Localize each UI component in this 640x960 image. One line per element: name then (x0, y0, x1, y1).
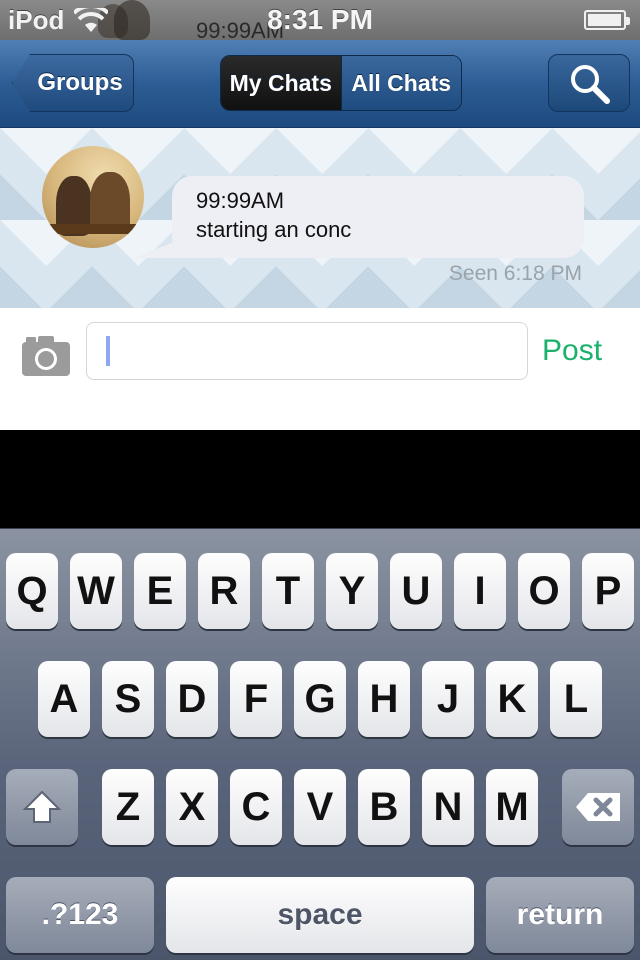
numbers-key[interactable]: .?123 (6, 877, 154, 953)
tab-all-chats[interactable]: All Chats (340, 56, 461, 110)
key-h[interactable]: H (358, 661, 410, 737)
key-t[interactable]: T (262, 553, 314, 629)
status-bar: 99:99AM iPod 8:31 PM (0, 0, 640, 40)
key-m[interactable]: M (486, 769, 538, 845)
space-key[interactable]: space (166, 877, 474, 953)
battery-icon (584, 10, 630, 30)
key-c[interactable]: C (230, 769, 282, 845)
seen-status: Seen 6:18 PM (448, 262, 582, 285)
text-caret (106, 336, 110, 366)
shift-key[interactable] (6, 769, 78, 845)
key-j[interactable]: J (422, 661, 474, 737)
message-text: starting an conc (196, 217, 352, 242)
message-time: 99:99AM (196, 188, 285, 213)
search-icon (571, 65, 610, 104)
navigation-bar: Groups My Chats All Chats (0, 40, 640, 128)
key-f[interactable]: F (230, 661, 282, 737)
avatar[interactable] (42, 146, 144, 248)
key-g[interactable]: G (294, 661, 346, 737)
tab-my-chats[interactable]: My Chats (221, 56, 341, 110)
message-bubble[interactable]: 99:99AM starting an conc (172, 176, 584, 258)
return-key[interactable]: return (486, 877, 634, 953)
key-r[interactable]: R (198, 553, 250, 629)
key-y[interactable]: Y (326, 553, 378, 629)
key-l[interactable]: L (550, 661, 602, 737)
search-button[interactable] (548, 54, 630, 112)
key-p[interactable]: P (582, 553, 634, 629)
key-s[interactable]: S (102, 661, 154, 737)
key-q[interactable]: Q (6, 553, 58, 629)
key-z[interactable]: Z (102, 769, 154, 845)
key-d[interactable]: D (166, 661, 218, 737)
key-x[interactable]: X (166, 769, 218, 845)
key-b[interactable]: B (358, 769, 410, 845)
camera-icon[interactable] (20, 332, 72, 378)
chats-segmented-control: My Chats All Chats (220, 55, 462, 111)
key-v[interactable]: V (294, 769, 346, 845)
key-k[interactable]: K (486, 661, 538, 737)
key-w[interactable]: W (70, 553, 122, 629)
chat-thread: 99:99AM starting an conc Seen 6:18 PM (0, 128, 640, 308)
delete-key[interactable] (562, 769, 634, 845)
key-a[interactable]: A (38, 661, 90, 737)
backspace-icon (576, 793, 620, 821)
shift-icon (22, 790, 62, 823)
key-u[interactable]: U (390, 553, 442, 629)
post-button[interactable]: Post (542, 334, 602, 368)
keyboard: Q W E R T Y U I O P A S D F G H J K L Z … (0, 528, 640, 960)
message-input[interactable] (86, 322, 528, 380)
key-e[interactable]: E (134, 553, 186, 629)
key-o[interactable]: O (518, 553, 570, 629)
composer-bar: Post (0, 308, 640, 430)
status-time: 8:31 PM (267, 4, 373, 35)
key-n[interactable]: N (422, 769, 474, 845)
groups-back-button[interactable]: Groups (12, 54, 134, 112)
key-i[interactable]: I (454, 553, 506, 629)
